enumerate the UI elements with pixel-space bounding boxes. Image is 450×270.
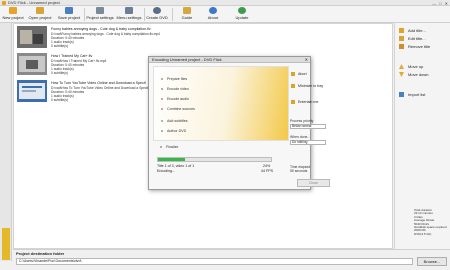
when-done-select[interactable]: Do nothing <box>290 140 326 145</box>
about-button[interactable]: About <box>204 7 222 22</box>
step-bullet-icon <box>161 108 163 110</box>
update-icon <box>238 7 246 14</box>
toolbar-separator <box>84 8 85 21</box>
step-item: Finalize <box>160 145 178 149</box>
step-bullet-icon <box>161 98 163 100</box>
minimize-icon <box>291 84 295 88</box>
project-settings-button[interactable]: Project settings <box>86 7 114 22</box>
disc-icon <box>153 7 161 14</box>
title-info: Title 1 of 3, video 1 of 1 <box>157 164 195 168</box>
folder-icon <box>36 7 44 14</box>
time-elapsed-value: 55 seconds <box>290 169 308 173</box>
destination-folder-section: Project destination folder C:\Users\Vina… <box>13 249 450 270</box>
toolbar-separator <box>172 8 173 21</box>
fps-readout: 44 FPS <box>261 169 273 173</box>
import-icon <box>399 91 404 97</box>
dialog-close-icon[interactable]: ✕ <box>305 57 308 63</box>
info-icon <box>209 7 217 14</box>
entertain-icon <box>291 100 295 104</box>
maximize-icon[interactable]: □ <box>439 1 441 6</box>
encoding-dialog: Encoding Unnamed project - DVD Flick ✕ P… <box>148 56 330 190</box>
save-project-button[interactable]: Save project <box>56 7 82 22</box>
step-bullet-icon <box>161 120 163 122</box>
menu-settings-icon <box>125 7 133 14</box>
minimize-to-tray-button[interactable]: Minimize to tray <box>291 84 323 88</box>
abort-icon <box>291 72 295 76</box>
step-bullet-icon <box>161 78 163 80</box>
guide-button[interactable]: Guide <box>178 7 196 22</box>
video-thumbnail <box>17 53 47 75</box>
encoding-progress-bar <box>157 157 272 162</box>
add-icon <box>399 27 404 33</box>
create-dvd-button[interactable]: Create DVD <box>146 7 168 22</box>
step-item: Encode video <box>161 87 189 91</box>
arrow-down-icon <box>399 71 404 77</box>
update-button[interactable]: Update <box>232 7 252 22</box>
edit-title-button[interactable]: Edit title... <box>399 34 449 42</box>
process-priority-label: Process priority <box>290 119 314 123</box>
project-settings-icon <box>96 7 104 14</box>
open-project-button[interactable]: Open project <box>28 7 52 22</box>
move-up-button[interactable]: Move up <box>399 62 449 70</box>
arrow-up-icon <box>399 63 404 69</box>
video-thumbnail <box>17 26 47 48</box>
step-item: Author DVD <box>161 129 186 133</box>
encoding-steps-panel: Prepare files Encode video Encode audio … <box>153 66 289 141</box>
dialog-title: Encoding Unnamed project - DVD Flick <box>152 57 222 62</box>
project-stats: Total duration 22:10 minutes 3 titles Av… <box>414 208 447 236</box>
new-project-button[interactable]: New project <box>2 7 24 22</box>
add-title-button[interactable]: Add title... <box>399 26 449 34</box>
encoding-status: Encoding... <box>157 169 175 173</box>
step-item: Encode audio <box>161 97 189 101</box>
destination-label: Project destination folder <box>16 251 65 256</box>
close-icon[interactable]: ✕ <box>445 1 448 6</box>
remove-title-button[interactable]: Remove title <box>399 42 449 50</box>
title-actions-panel: Add title... Edit title... Remove title … <box>394 23 450 261</box>
toolbar-separator <box>144 8 145 21</box>
step-bullet-icon <box>161 130 163 132</box>
import-list-button[interactable]: Import list <box>399 90 449 98</box>
progress-fill <box>158 158 186 161</box>
move-down-button[interactable]: Move down <box>399 70 449 78</box>
step-item: Add subtitles <box>161 119 188 123</box>
window-title: DVD Flick - Unnamed project <box>8 0 60 5</box>
destination-path-field[interactable]: C:\Users\Vinande\Pod Documents\dvd\ <box>16 258 413 265</box>
step-bullet-icon <box>160 146 162 148</box>
guide-icon <box>183 7 191 14</box>
menu-settings-button[interactable]: Menu settings <box>116 7 142 22</box>
minimize-icon[interactable]: — <box>432 1 436 6</box>
browse-button[interactable]: Browse... <box>417 257 447 266</box>
save-icon <box>65 7 73 14</box>
space-usage-bar <box>2 228 10 260</box>
list-item[interactable]: Funny babies annoying dogs - Cute dog & … <box>17 26 197 52</box>
video-thumbnail <box>17 80 47 102</box>
progress-percent: 24% <box>263 164 271 168</box>
app-icon <box>2 0 6 5</box>
step-item: Prepare files <box>161 77 187 81</box>
main-toolbar: New project Open project Save project Pr… <box>0 6 450 23</box>
abort-button[interactable]: Abort <box>291 72 307 76</box>
step-item: Combine sources <box>161 107 195 111</box>
process-priority-select[interactable]: Below normal <box>290 124 326 129</box>
dialog-close-button[interactable]: Close <box>297 179 330 187</box>
left-gutter <box>0 23 12 261</box>
step-bullet-icon <box>161 88 163 90</box>
edit-icon <box>399 35 404 41</box>
dialog-titlebar: Encoding Unnamed project - DVD Flick ✕ <box>149 57 310 63</box>
new-project-icon <box>9 7 17 14</box>
entertain-me-button[interactable]: Entertain me <box>291 100 318 104</box>
remove-icon <box>399 43 404 49</box>
when-done-label: When done... <box>290 135 311 139</box>
